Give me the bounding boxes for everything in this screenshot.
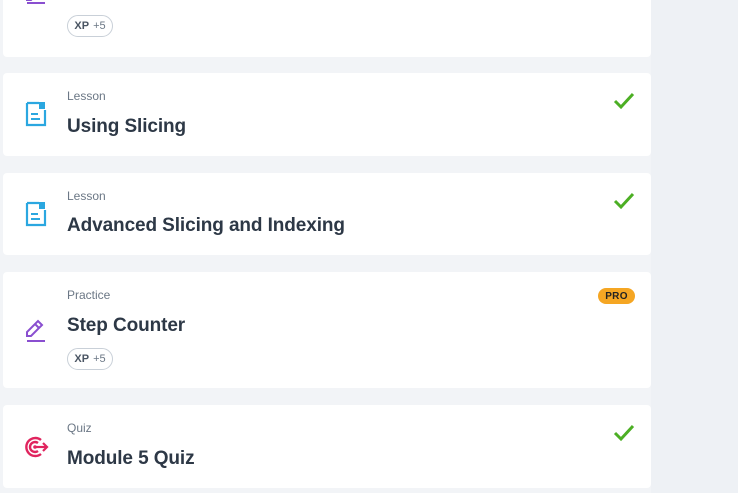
xp-label: XP [74,20,90,32]
check-icon [613,92,635,110]
document-icon [23,200,49,228]
lesson-card-partial[interactable]: XP +5 [3,0,651,57]
pencil-icon [23,316,49,344]
check-icon [613,192,635,210]
quiz-card-module-5[interactable]: Quiz Module 5 Quiz [3,405,651,488]
right-panel [651,0,738,493]
item-type: Lesson [67,89,106,103]
practice-card-step-counter[interactable]: Practice Step Counter XP +5 PRO [3,272,651,388]
item-type: Quiz [67,421,92,435]
item-type: Practice [67,288,111,302]
lesson-card-advanced-slicing[interactable]: Lesson Advanced Slicing and Indexing [3,173,651,255]
xp-badge: XP +5 [67,15,113,37]
item-title: Advanced Slicing and Indexing [67,215,345,236]
xp-value: +5 [93,353,106,365]
document-icon [23,100,49,128]
xp-value: +5 [93,20,106,32]
item-title: Using Slicing [67,116,187,137]
xp-badge: XP +5 [67,348,113,370]
item-title: Module 5 Quiz [67,448,195,469]
xp-label: XP [74,353,90,365]
item-title: Step Counter [67,315,186,336]
target-icon [23,433,49,461]
check-icon [613,424,635,442]
lesson-card-using-slicing[interactable]: Lesson Using Slicing [3,73,651,156]
pencil-icon [23,0,49,6]
pro-badge: PRO [598,288,635,304]
item-type: Lesson [67,189,106,203]
